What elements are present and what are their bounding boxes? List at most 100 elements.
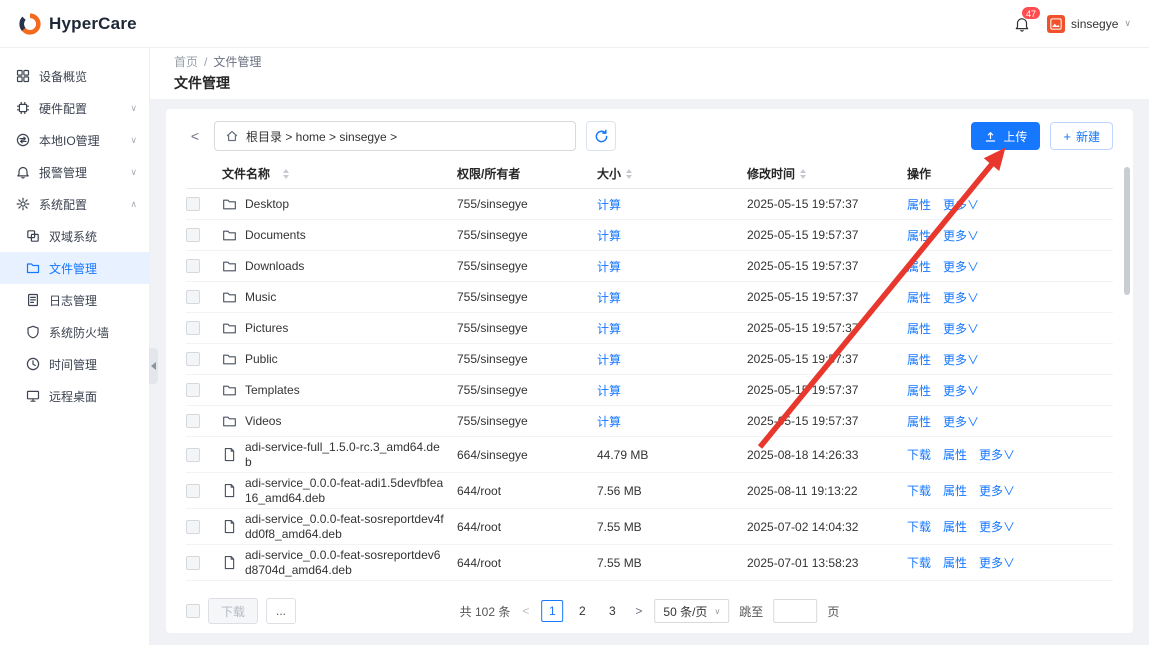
properties-action[interactable]: 属性 xyxy=(943,518,967,535)
refresh-button[interactable] xyxy=(586,121,616,151)
sidebar-item-hardware-config[interactable]: 硬件配置 ∨ xyxy=(0,92,149,124)
download-action[interactable]: 下载 xyxy=(907,554,931,571)
more-action[interactable]: 更多∨ xyxy=(943,289,979,306)
file-name[interactable]: Templates xyxy=(245,383,300,398)
jump-page-input[interactable] xyxy=(773,599,818,623)
sidebar-subitem-file-management[interactable]: 文件管理 xyxy=(0,252,149,284)
file-size[interactable]: 计算 xyxy=(597,260,621,274)
file-name[interactable]: adi-service_0.0.0-feat-sosreportdev4fdd0… xyxy=(245,512,445,542)
file-name[interactable]: Videos xyxy=(245,414,281,429)
notifications-button[interactable]: 47 xyxy=(1011,5,1042,35)
sort-icon[interactable] xyxy=(626,168,633,179)
properties-action[interactable]: 属性 xyxy=(907,351,931,368)
upload-button[interactable]: 上传 xyxy=(971,122,1041,150)
row-checkbox[interactable] xyxy=(186,414,200,428)
properties-action[interactable]: 属性 xyxy=(907,227,931,244)
username: sinsegye xyxy=(1071,16,1119,31)
file-size[interactable]: 计算 xyxy=(597,322,621,336)
more-action[interactable]: 更多∨ xyxy=(943,227,979,244)
download-action[interactable]: 下载 xyxy=(907,446,931,463)
file-size[interactable]: 计算 xyxy=(597,415,621,429)
file-name[interactable]: Desktop xyxy=(245,197,289,212)
column-header-name[interactable]: 文件名称 xyxy=(222,165,457,182)
more-action[interactable]: 更多∨ xyxy=(943,382,979,399)
sidebar-subitem-log-management[interactable]: 日志管理 xyxy=(0,284,149,316)
next-page-button[interactable]: > xyxy=(633,604,644,618)
row-checkbox[interactable] xyxy=(186,228,200,242)
row-checkbox[interactable] xyxy=(186,259,200,273)
file-name[interactable]: adi-service_0.0.0-feat-sosreportdev6d870… xyxy=(245,548,445,578)
path-input[interactable]: 根目录 > home > sinsegye > xyxy=(214,121,576,151)
page-size-select[interactable]: 50 条/页 ∨ xyxy=(654,599,730,623)
row-checkbox[interactable] xyxy=(186,555,200,570)
properties-action[interactable]: 属性 xyxy=(943,554,967,571)
sidebar-item-local-io[interactable]: 本地IO管理 ∨ xyxy=(0,124,149,156)
sort-icon[interactable] xyxy=(283,168,290,179)
file-size[interactable]: 计算 xyxy=(597,291,621,305)
file-size[interactable]: 计算 xyxy=(597,353,621,367)
row-checkbox[interactable] xyxy=(186,483,200,498)
page-button-3[interactable]: 3 xyxy=(601,600,623,622)
column-header-size[interactable]: 大小 xyxy=(597,165,747,182)
brand-name: HyperCare xyxy=(49,13,137,33)
row-checkbox[interactable] xyxy=(186,519,200,534)
new-button[interactable]: + 新建 xyxy=(1050,122,1113,150)
more-actions-button[interactable]: ... xyxy=(266,598,297,624)
file-name[interactable]: Music xyxy=(245,290,276,305)
sidebar-item-system-config[interactable]: 系统配置 ∧ xyxy=(0,188,149,220)
file-name[interactable]: Pictures xyxy=(245,321,288,336)
more-action[interactable]: 更多∨ xyxy=(943,258,979,275)
sidebar-collapse-handle[interactable] xyxy=(149,348,158,384)
file-name[interactable]: Downloads xyxy=(245,259,304,274)
sidebar-subitem-dual-domain[interactable]: 双域系统 xyxy=(0,220,149,252)
file-name[interactable]: Public xyxy=(245,352,278,367)
more-action[interactable]: 更多∨ xyxy=(979,518,1015,535)
properties-action[interactable]: 属性 xyxy=(907,289,931,306)
user-menu[interactable]: sinsegye ∨ xyxy=(1047,14,1131,33)
select-all-checkbox[interactable] xyxy=(186,604,200,618)
sidebar-item-alarm-management[interactable]: 报警管理 ∨ xyxy=(0,156,149,188)
more-action[interactable]: 更多∨ xyxy=(979,446,1015,463)
properties-action[interactable]: 属性 xyxy=(907,413,931,430)
row-checkbox[interactable] xyxy=(186,321,200,335)
column-header-modified[interactable]: 修改时间 xyxy=(747,165,907,182)
properties-action[interactable]: 属性 xyxy=(907,382,931,399)
sidebar-item-device-overview[interactable]: 设备概览 xyxy=(0,60,149,92)
prev-page-button[interactable]: < xyxy=(520,604,531,618)
more-action[interactable]: 更多∨ xyxy=(943,320,979,337)
breadcrumb-home[interactable]: 首页 xyxy=(174,55,198,69)
download-action[interactable]: 下载 xyxy=(907,518,931,535)
row-checkbox[interactable] xyxy=(186,352,200,366)
back-button[interactable]: < xyxy=(186,128,204,144)
row-checkbox[interactable] xyxy=(186,383,200,397)
sidebar-subitem-firewall[interactable]: 系统防火墙 xyxy=(0,316,149,348)
page-button-2[interactable]: 2 xyxy=(571,600,593,622)
more-action[interactable]: 更多∨ xyxy=(943,196,979,213)
properties-action[interactable]: 属性 xyxy=(943,482,967,499)
more-action[interactable]: 更多∨ xyxy=(943,413,979,430)
properties-action[interactable]: 属性 xyxy=(907,196,931,213)
more-action[interactable]: 更多∨ xyxy=(943,351,979,368)
row-checkbox[interactable] xyxy=(186,197,200,211)
file-size[interactable]: 计算 xyxy=(597,229,621,243)
file-name[interactable]: adi-service-full_1.5.0-rc.3_amd64.deb xyxy=(245,440,445,470)
row-checkbox[interactable] xyxy=(186,290,200,304)
file-size[interactable]: 计算 xyxy=(597,198,621,212)
download-action[interactable]: 下载 xyxy=(907,482,931,499)
scrollbar-thumb[interactable] xyxy=(1124,167,1130,295)
more-action[interactable]: 更多∨ xyxy=(979,482,1015,499)
page-button-1[interactable]: 1 xyxy=(541,600,564,622)
more-action[interactable]: 更多∨ xyxy=(979,554,1015,571)
row-checkbox[interactable] xyxy=(186,447,200,462)
sort-icon[interactable] xyxy=(800,168,807,179)
properties-action[interactable]: 属性 xyxy=(907,258,931,275)
properties-action[interactable]: 属性 xyxy=(943,446,967,463)
file-name[interactable]: adi-service_0.0.0-feat-adi1.5devfbfea16_… xyxy=(245,476,445,506)
sidebar-subitem-time-management[interactable]: 时间管理 xyxy=(0,348,149,380)
file-size[interactable]: 计算 xyxy=(597,384,621,398)
file-name[interactable]: Documents xyxy=(245,228,306,243)
properties-action[interactable]: 属性 xyxy=(907,320,931,337)
sidebar-subitem-remote-desktop[interactable]: 远程桌面 xyxy=(0,380,149,412)
row-actions: 属性 更多∨ xyxy=(907,382,1113,399)
download-selected-button[interactable]: 下载 xyxy=(208,598,259,624)
